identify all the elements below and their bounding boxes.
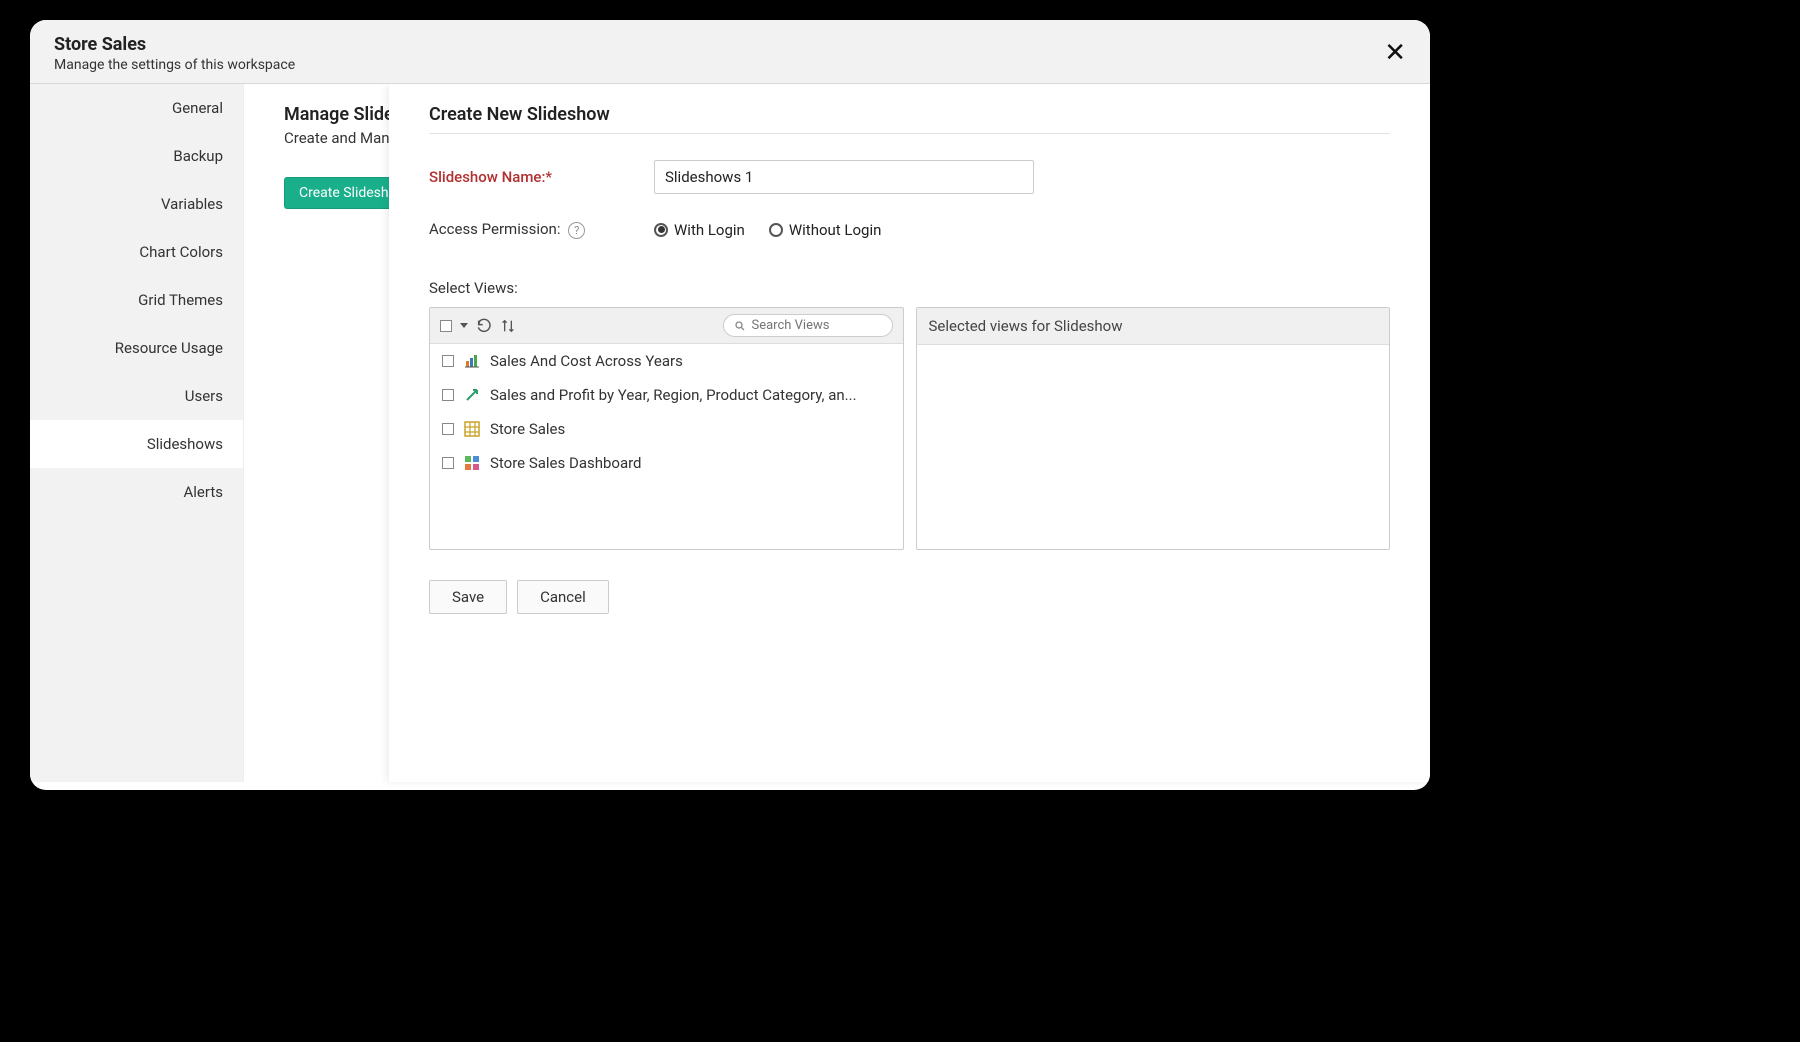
selected-views-title: Selected views for Slideshow <box>917 308 1390 345</box>
help-icon[interactable]: ? <box>568 222 585 239</box>
modal-buttons: Save Cancel <box>429 580 1390 614</box>
radio-with-login-label: With Login <box>674 221 745 239</box>
view-label: Store Sales <box>490 420 565 438</box>
slideshow-name-label: Slideshow Name:* <box>429 168 654 186</box>
available-views-toolbar <box>430 308 903 344</box>
create-slideshow-modal: Create New Slideshow Slideshow Name:* Ac… <box>389 84 1430 782</box>
body: General Backup Variables Chart Colors Gr… <box>30 84 1430 782</box>
view-row[interactable]: Sales And Cost Across Years <box>430 344 903 378</box>
view-checkbox[interactable] <box>442 457 454 469</box>
cancel-button[interactable]: Cancel <box>517 580 609 614</box>
views-panes: Sales And Cost Across Years Sales and Pr… <box>429 307 1390 550</box>
search-views-box[interactable] <box>723 314 893 337</box>
workspace-title: Store Sales <box>54 34 1406 55</box>
view-label: Sales And Cost Across Years <box>490 352 683 370</box>
radio-with-login[interactable]: With Login <box>654 221 745 239</box>
selected-views-pane: Selected views for Slideshow <box>916 307 1391 550</box>
slideshow-list-panel: Manage Slides Create and Man Create Slid… <box>244 84 389 782</box>
radio-dot-icon <box>654 223 668 237</box>
sort-icon[interactable] <box>500 318 516 334</box>
dashboard-icon <box>464 455 480 471</box>
save-button[interactable]: Save <box>429 580 507 614</box>
sidebar-item-chart-colors[interactable]: Chart Colors <box>30 228 243 276</box>
access-permission-label: Access Permission: ? <box>429 220 654 239</box>
bar-chart-icon <box>464 353 480 369</box>
slideshow-list-title: Manage Slides <box>284 104 389 125</box>
refresh-icon[interactable] <box>476 318 492 334</box>
radio-without-login[interactable]: Without Login <box>769 221 882 239</box>
slideshow-name-input[interactable] <box>654 160 1034 194</box>
radio-without-login-label: Without Login <box>789 221 882 239</box>
access-permission-row: Access Permission: ? With Login Without … <box>429 220 1390 239</box>
settings-window: Store Sales Manage the settings of this … <box>30 20 1430 790</box>
view-label: Store Sales Dashboard <box>490 454 642 472</box>
sidebar-item-variables[interactable]: Variables <box>30 180 243 228</box>
search-icon <box>734 320 746 332</box>
sidebar-item-users[interactable]: Users <box>30 372 243 420</box>
view-row[interactable]: Store Sales <box>430 412 903 446</box>
view-row[interactable]: Store Sales Dashboard <box>430 446 903 480</box>
sidebar: General Backup Variables Chart Colors Gr… <box>30 84 244 782</box>
sidebar-item-general[interactable]: General <box>30 84 243 132</box>
slideshow-list-subtitle: Create and Man <box>284 129 389 147</box>
sidebar-item-alerts[interactable]: Alerts <box>30 468 243 516</box>
select-all-checkbox[interactable] <box>440 320 452 332</box>
sidebar-item-slideshows[interactable]: Slideshows <box>30 420 243 468</box>
create-slideshow-button[interactable]: Create Slideshow <box>284 177 389 209</box>
workspace-subtitle: Manage the settings of this workspace <box>54 57 1406 73</box>
view-checkbox[interactable] <box>442 389 454 401</box>
radio-dot-icon <box>769 223 783 237</box>
view-checkbox[interactable] <box>442 355 454 367</box>
header: Store Sales Manage the settings of this … <box>30 20 1430 84</box>
pivot-icon <box>464 387 480 403</box>
modal-title: Create New Slideshow <box>429 104 1390 134</box>
sidebar-item-resource-usage[interactable]: Resource Usage <box>30 324 243 372</box>
select-all-dropdown-icon[interactable] <box>460 323 468 328</box>
sidebar-item-grid-themes[interactable]: Grid Themes <box>30 276 243 324</box>
sidebar-item-backup[interactable]: Backup <box>30 132 243 180</box>
view-row[interactable]: Sales and Profit by Year, Region, Produc… <box>430 378 903 412</box>
access-permission-text: Access Permission: <box>429 220 560 238</box>
select-views-label: Select Views: <box>429 279 1390 297</box>
slideshow-name-row: Slideshow Name:* <box>429 160 1390 194</box>
close-icon[interactable]: ✕ <box>1384 40 1406 66</box>
view-checkbox[interactable] <box>442 423 454 435</box>
available-views-pane: Sales And Cost Across Years Sales and Pr… <box>429 307 904 550</box>
table-icon <box>464 421 480 437</box>
access-radio-group: With Login Without Login <box>654 221 881 239</box>
view-label: Sales and Profit by Year, Region, Produc… <box>490 386 857 404</box>
search-views-input[interactable] <box>752 318 882 333</box>
